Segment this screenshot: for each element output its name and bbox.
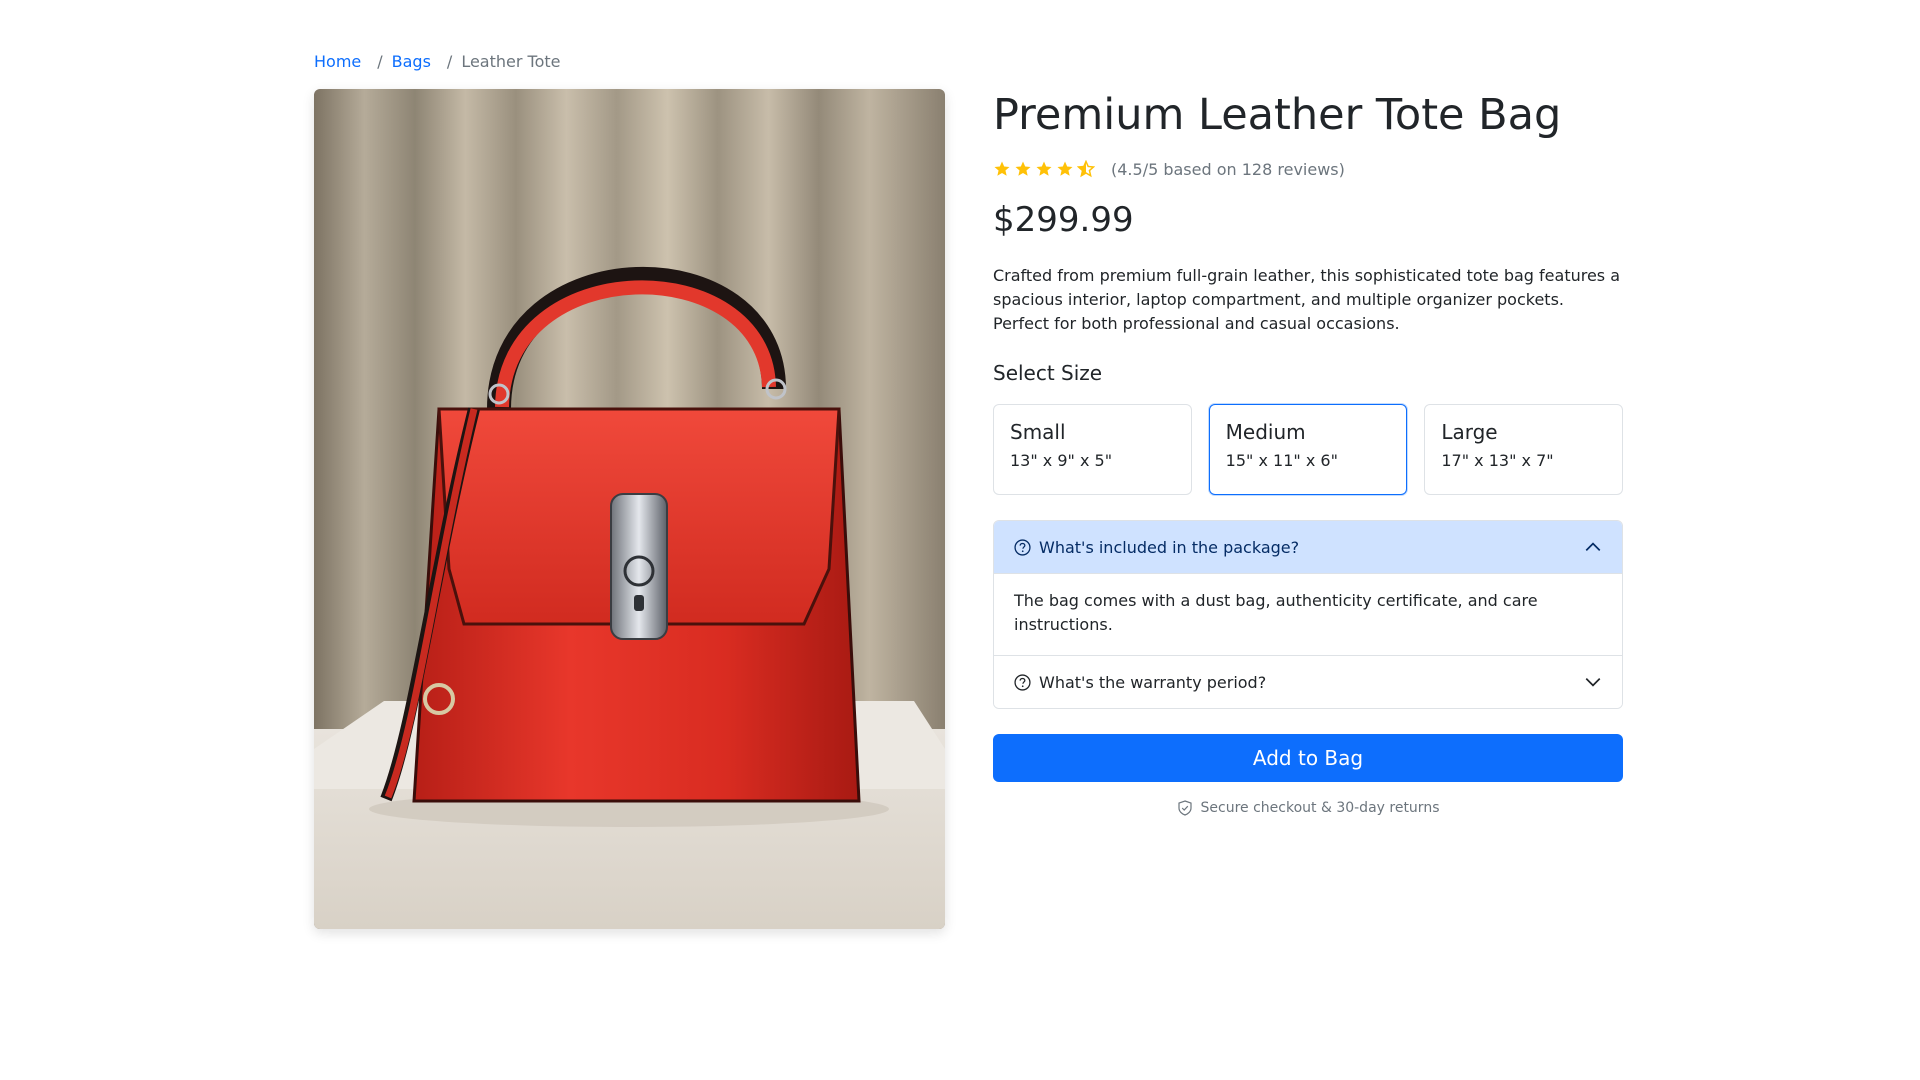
size-option-large[interactable]: Large 17" x 13" x 7"	[1424, 404, 1624, 495]
faq-accordion: What's included in the package? The bag …	[993, 520, 1623, 709]
secure-checkout-note: Secure checkout & 30-day returns	[993, 800, 1623, 816]
breadcrumb: Home / Bags / Leather Tote	[314, 50, 560, 72]
size-options: Small 13" x 9" x 5" Medium 15" x 11" x 6…	[993, 404, 1624, 495]
faq-package-answer: The bag comes with a dust bag, authentic…	[994, 573, 1622, 656]
product-title: Premium Leather Tote Bag	[993, 90, 1562, 140]
faq-package-question: What's included in the package?	[1039, 537, 1300, 557]
product-price: $299.99	[993, 200, 1134, 240]
red-leather-handbag-photo	[314, 89, 945, 929]
breadcrumb-separator: /	[446, 51, 453, 71]
breadcrumb-separator: /	[377, 51, 383, 71]
breadcrumb-current: Leather Tote	[461, 51, 561, 71]
size-option-name: Small	[1010, 420, 1066, 444]
product-image	[314, 89, 945, 929]
add-to-bag-button[interactable]: Add to Bag	[993, 734, 1623, 782]
product-description: Crafted from premium full-grain leather,…	[993, 266, 1621, 333]
shield-check-icon	[1177, 800, 1192, 816]
size-option-dimensions: 13" x 9" x 5"	[1010, 451, 1113, 470]
chevron-up-icon	[1585, 542, 1601, 551]
product-rating: (4.5/5 based on 128 reviews)	[993, 158, 1623, 180]
size-option-medium[interactable]: Medium 15" x 11" x 6"	[1208, 404, 1408, 495]
chevron-down-icon	[1585, 678, 1601, 687]
size-selector-label: Select Size	[993, 361, 1103, 385]
star-filled-icon	[994, 161, 1010, 176]
faq-package-header[interactable]: What's included in the package?	[994, 521, 1622, 573]
rating-stars	[993, 160, 1095, 178]
star-half-icon	[1077, 160, 1095, 178]
faq-warranty-header[interactable]: What's the warranty period?	[994, 656, 1622, 708]
breadcrumb-home-link[interactable]: Home	[314, 52, 361, 71]
star-filled-icon	[1015, 161, 1031, 176]
secure-checkout-text: Secure checkout & 30-day returns	[1200, 800, 1440, 816]
size-option-name: Medium	[1225, 420, 1306, 444]
faq-warranty-question: What's the warranty period?	[1039, 672, 1267, 692]
size-option-dimensions: 17" x 13" x 7"	[1441, 451, 1554, 470]
product-info-panel: Premium Leather Tote Bag (4.5/5 based on…	[993, 89, 1624, 816]
star-filled-icon	[1036, 161, 1052, 176]
breadcrumb-bags-link[interactable]: Bags	[392, 52, 431, 71]
size-option-small[interactable]: Small 13" x 9" x 5"	[993, 404, 1192, 495]
rating-summary: (4.5/5 based on 128 reviews)	[1111, 159, 1345, 179]
question-circle-icon	[1014, 673, 1031, 691]
size-option-dimensions: 15" x 11" x 6"	[1225, 451, 1338, 470]
question-circle-icon	[1014, 538, 1031, 556]
size-option-name: Large	[1441, 420, 1498, 444]
star-filled-icon	[1057, 161, 1073, 176]
